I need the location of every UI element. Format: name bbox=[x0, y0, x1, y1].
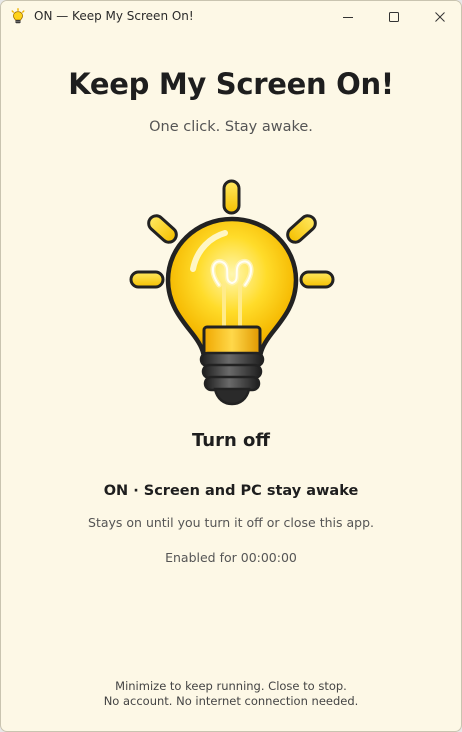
minimize-button[interactable] bbox=[325, 1, 371, 32]
toggle-button-label[interactable]: Turn off bbox=[1, 430, 461, 451]
minimize-icon bbox=[343, 16, 353, 18]
tagline: One click. Stay awake. bbox=[149, 119, 313, 135]
status-text: ON · Screen and PC stay awake bbox=[103, 483, 359, 499]
title-bar[interactable]: ON — Keep My Screen On! bbox=[1, 1, 461, 32]
maximize-button[interactable] bbox=[371, 1, 417, 32]
maximize-icon bbox=[389, 11, 399, 22]
app-heading: Keep My Screen On! bbox=[68, 67, 394, 101]
window-title: ON — Keep My Screen On! bbox=[34, 9, 194, 23]
status-detail: Stays on until you turn it off or close … bbox=[88, 515, 374, 530]
lightbulb-on-icon bbox=[129, 179, 335, 406]
enabled-timer: Enabled for 00:00:00 bbox=[165, 550, 297, 565]
lightbulb-icon bbox=[11, 8, 25, 24]
toggle-bulb-button[interactable] bbox=[127, 177, 337, 409]
app-window: ON — Keep My Screen On! Keep My Screen O… bbox=[0, 0, 462, 732]
close-icon bbox=[435, 11, 445, 22]
footer: Minimize to keep running. Close to stop.… bbox=[1, 679, 461, 709]
footer-line-2: No account. No internet connection neede… bbox=[103, 694, 359, 708]
footer-line-1: Minimize to keep running. Close to stop. bbox=[115, 679, 347, 693]
close-button[interactable] bbox=[417, 1, 461, 32]
